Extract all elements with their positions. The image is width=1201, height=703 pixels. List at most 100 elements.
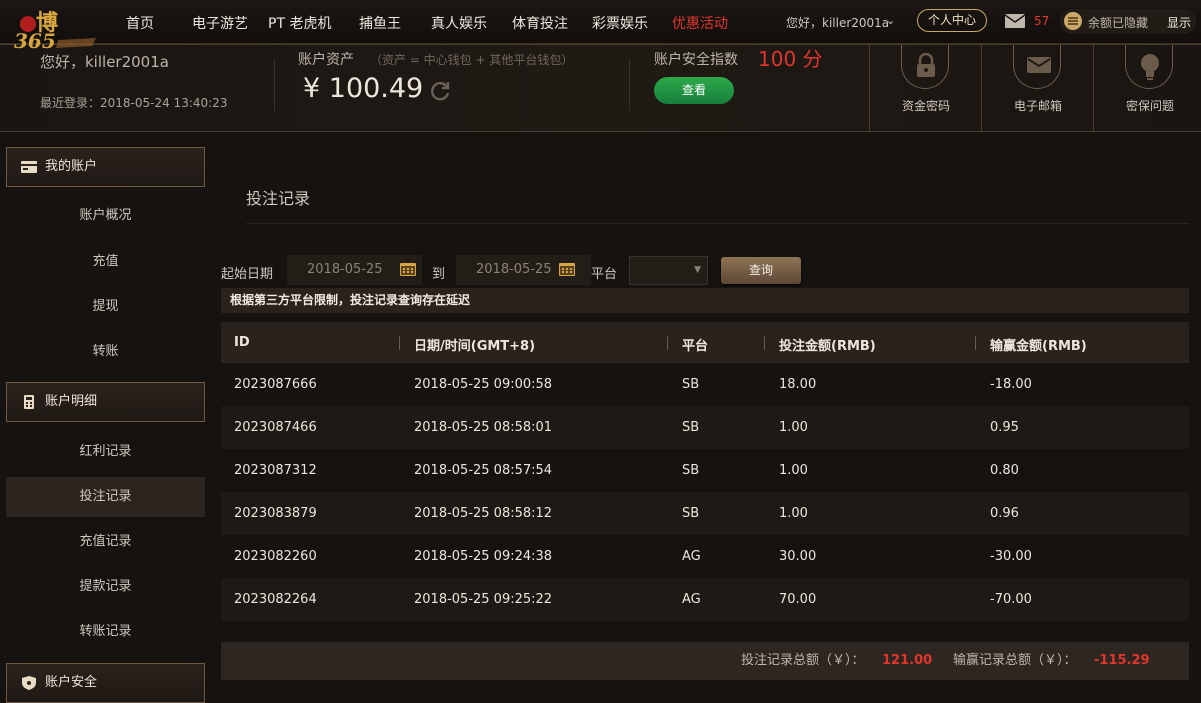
- column-separator: [764, 336, 765, 350]
- page-title: 投注记录: [246, 189, 311, 208]
- calendar-icon[interactable]: [400, 262, 416, 276]
- email-item[interactable]: 电子邮箱: [981, 45, 1093, 131]
- assets-label: 账户资产: [298, 52, 354, 68]
- nav-egames[interactable]: 电子游艺: [192, 13, 248, 33]
- envelope-icon: [1027, 57, 1051, 73]
- cell-datetime: 2018-05-25 08:57:54: [414, 463, 553, 478]
- nav-promotions[interactable]: 优惠活动: [672, 13, 728, 33]
- divider: [274, 59, 275, 111]
- column-header-id: ID: [234, 335, 250, 350]
- sidebar-item-transfer[interactable]: 转账: [6, 332, 205, 372]
- cell-id: 2023082264: [234, 592, 317, 607]
- cell-win-loss: -30.00: [990, 549, 1032, 564]
- divider: [246, 223, 1189, 224]
- sidebar-section-label: 账户明细: [45, 394, 98, 409]
- sidebar-item-withdraw[interactable]: 提现: [6, 287, 205, 327]
- nav-home[interactable]: 首页: [126, 13, 154, 33]
- email-label: 电子邮箱: [1013, 99, 1062, 113]
- cell-win-loss: 0.80: [990, 463, 1019, 478]
- win-total-value: -115.29: [1094, 653, 1150, 668]
- delay-notice: 根据第三方平台限制，投注记录查询存在延迟: [221, 288, 1189, 313]
- table-row: 2023082260 2018-05-25 09:24:38 AG 30.00 …: [221, 535, 1189, 578]
- cell-platform: SB: [682, 506, 700, 521]
- start-date-label: 起始日期: [221, 267, 274, 282]
- mail-count-badge[interactable]: 57: [1034, 14, 1049, 28]
- sidebar-item-deposit-records[interactable]: 充值记录: [6, 522, 205, 562]
- cell-platform: SB: [682, 463, 700, 478]
- sidebar-item-overview[interactable]: 账户概况: [6, 196, 205, 236]
- cell-platform: SB: [682, 377, 700, 392]
- cell-win-loss: -18.00: [990, 377, 1032, 392]
- sidebar-item-deposit[interactable]: 充值: [6, 242, 205, 282]
- column-header-platform: 平台: [682, 339, 709, 354]
- account-hello: 您好，killer2001a: [40, 53, 169, 71]
- svg-text:365: 365: [14, 29, 56, 50]
- cell-platform: AG: [682, 592, 701, 607]
- cell-win-loss: 0.96: [990, 506, 1019, 521]
- sidebar-section-account-security[interactable]: 账户安全: [6, 663, 205, 703]
- sidebar-item-bet-records[interactable]: 投注记录: [6, 477, 205, 517]
- win-total-label: 输赢记录总额（￥）：: [953, 653, 1077, 668]
- calculator-icon: [24, 395, 34, 409]
- nav-fishing[interactable]: 捕鱼王: [359, 13, 401, 33]
- bet-total-value: 121.00: [882, 653, 933, 668]
- table-row: 2023083879 2018-05-25 08:58:12 SB 1.00 0…: [221, 492, 1189, 535]
- cell-bet-amount: 18.00: [779, 377, 817, 392]
- user-greeting[interactable]: 您好，killer2001a: [786, 14, 889, 31]
- column-separator: [667, 336, 668, 350]
- platform-select[interactable]: ▼: [629, 256, 708, 285]
- divider: [629, 59, 630, 111]
- sidebar-section-label: 账户安全: [45, 675, 98, 690]
- view-security-button[interactable]: 查看: [654, 77, 734, 104]
- query-button[interactable]: 查询: [721, 257, 801, 284]
- column-header-win-loss: 输赢金额(RMB): [990, 339, 1087, 354]
- cell-platform: SB: [682, 420, 700, 435]
- column-header-datetime: 日期/时间(GMT+8): [414, 339, 536, 354]
- to-label: 到: [432, 267, 446, 282]
- totals-bar: 投注记录总额（￥）： 121.00 输赢记录总额（￥）： -115.29: [221, 642, 1189, 680]
- nav-sports[interactable]: 体育投注: [512, 13, 568, 33]
- cell-win-loss: -70.00: [990, 592, 1032, 607]
- coin-stack-icon: [1064, 12, 1082, 30]
- security-index-label: 账户安全指数: [654, 52, 738, 68]
- mail-icon[interactable]: [1005, 14, 1025, 28]
- bet-total-label: 投注记录总额（￥）：: [741, 653, 865, 668]
- show-balance-link[interactable]: 显示: [1167, 14, 1191, 31]
- cell-bet-amount: 1.00: [779, 506, 808, 521]
- chevron-down-icon[interactable]: ⌄: [886, 14, 895, 27]
- security-question-label: 密保问题: [1125, 99, 1174, 113]
- refresh-icon[interactable]: [428, 79, 452, 103]
- assets-value: ¥ 100.49: [303, 73, 424, 104]
- account-info-bar: 您好，killer2001a 最近登录：2018-05-24 13:40:23 …: [0, 44, 1201, 132]
- cell-datetime: 2018-05-25 09:25:22: [414, 592, 553, 607]
- sidebar-section-account-details[interactable]: 账户明细: [6, 382, 205, 422]
- cell-datetime: 2018-05-25 09:24:38: [414, 549, 553, 564]
- cell-platform: AG: [682, 549, 701, 564]
- table-row: 2023087312 2018-05-25 08:57:54 SB 1.00 0…: [221, 449, 1189, 492]
- sidebar-item-withdraw-records[interactable]: 提款记录: [6, 567, 205, 607]
- nav-lottery[interactable]: 彩票娱乐: [592, 13, 648, 33]
- main-panel: 投注记录 起始日期 2018-05-25 到 2018-05-25 平台 ▼ 查…: [205, 147, 1201, 694]
- cell-id: 2023087312: [234, 463, 317, 478]
- nav-pt-slots[interactable]: PT 老虎机: [268, 13, 331, 33]
- calendar-icon[interactable]: [559, 262, 575, 276]
- security-question-item[interactable]: 密保问题: [1093, 45, 1201, 131]
- sidebar: 我的账户 账户概况 充值 提现 转账 账户明细 红利记录 投注记录 充值记录 提…: [6, 147, 205, 703]
- sidebar-item-transfer-records[interactable]: 转账记录: [6, 612, 205, 652]
- cell-id: 2023083879: [234, 506, 317, 521]
- shield-icon: [22, 676, 36, 690]
- cell-datetime: 2018-05-25 08:58:01: [414, 420, 553, 435]
- cell-bet-amount: 30.00: [779, 549, 817, 564]
- personal-center-button[interactable]: 个人中心: [917, 9, 987, 32]
- top-nav: 博 365 首页 电子游艺 PT 老虎机 捕鱼王 真人娱乐 体育投注 彩票娱乐 …: [0, 0, 1201, 50]
- site-logo[interactable]: 博 365: [8, 4, 100, 50]
- cell-datetime: 2018-05-25 09:00:58: [414, 377, 553, 392]
- table-header: ID 日期/时间(GMT+8) 平台 投注金额(RMB) 输赢金额(RMB): [221, 322, 1189, 363]
- fund-password-item[interactable]: 资金密码: [869, 45, 981, 131]
- nav-live-casino[interactable]: 真人娱乐: [431, 13, 487, 33]
- table-row: 2023087666 2018-05-25 09:00:58 SB 18.00 …: [221, 363, 1189, 406]
- sidebar-item-bonus-records[interactable]: 红利记录: [6, 432, 205, 472]
- sidebar-section-my-account[interactable]: 我的账户: [6, 147, 205, 187]
- fund-password-circle: [901, 45, 949, 89]
- assets-note: （资产 = 中心钱包 + 其他平台钱包）: [370, 53, 574, 67]
